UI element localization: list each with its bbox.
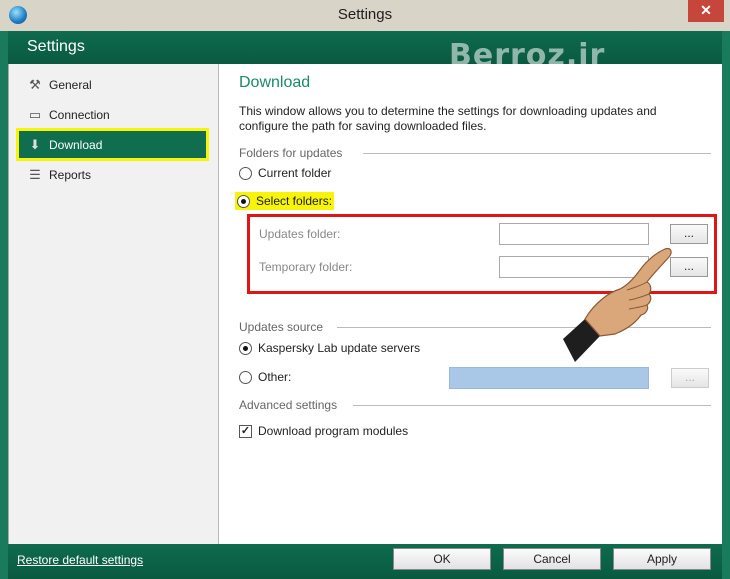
sidebar: ⚒ General ▭ Connection ⬇ Download ☰ Repo… <box>9 64 219 544</box>
pointing-hand-icon <box>563 247 672 362</box>
option-label: Select folders: <box>256 194 333 208</box>
header-title: Settings <box>27 38 85 55</box>
sidebar-item-label: Reports <box>49 167 92 182</box>
download-modules-option[interactable]: ✓ Download program modules <box>239 422 408 440</box>
apply-button[interactable]: Apply <box>613 548 711 570</box>
option-label: Other: <box>258 370 292 384</box>
option-label: Current folder <box>258 166 332 180</box>
section-advanced: Advanced settings <box>239 398 711 412</box>
page-description: This window allows you to determine the … <box>239 104 657 133</box>
option-label: Download program modules <box>258 424 409 438</box>
tools-icon: ⚒ <box>29 76 41 92</box>
monitor-icon: ▭ <box>28 106 42 122</box>
section-label: Folders for updates <box>239 146 343 160</box>
header-bar: Settings <box>8 31 722 64</box>
download-icon: ⬇ <box>29 136 41 152</box>
updates-folder-label: Updates folder: <box>259 227 341 241</box>
radio-button[interactable] <box>237 194 250 208</box>
sidebar-item-general[interactable]: ⚒ General <box>19 71 206 98</box>
page-title: Download <box>239 74 311 91</box>
section-label: Advanced settings <box>239 398 338 412</box>
sidebar-item-label: Download <box>49 137 103 152</box>
close-button[interactable]: ✕ <box>688 0 724 22</box>
sidebar-item-connection[interactable]: ▭ Connection <box>19 101 206 128</box>
other-source-option[interactable]: Other: <box>239 368 291 386</box>
sidebar-item-label: General <box>49 77 92 92</box>
title-bar: Settings ✕ <box>0 0 730 31</box>
report-icon: ☰ <box>29 166 41 182</box>
sidebar-item-reports[interactable]: ☰ Reports <box>19 161 206 188</box>
sidebar-item-label: Connection <box>49 107 110 122</box>
ok-button[interactable]: OK <box>393 548 491 570</box>
radio-button[interactable] <box>239 166 252 180</box>
current-folder-option[interactable]: Current folder <box>239 164 331 182</box>
window-title: Settings <box>337 6 393 23</box>
temporary-folder-label: Temporary folder: <box>259 260 353 274</box>
kaspersky-servers-option[interactable]: Kaspersky Lab update servers <box>239 339 420 357</box>
sidebar-item-download[interactable]: ⬇ Download <box>16 128 209 161</box>
cancel-button[interactable]: Cancel <box>503 548 601 570</box>
option-label: Kaspersky Lab update servers <box>258 341 421 355</box>
settings-window: Settings ✕ Settings Berroz.ir ⚒ General … <box>0 0 730 579</box>
divider <box>353 405 711 406</box>
restore-defaults-link[interactable]: Restore default settings <box>17 553 143 567</box>
section-folders: Folders for updates <box>239 146 711 160</box>
radio-button[interactable] <box>239 341 252 355</box>
divider <box>363 153 711 154</box>
footer-bar: Restore default settings OK Cancel Apply <box>8 544 722 579</box>
select-folders-option[interactable]: Select folders: <box>235 192 335 210</box>
updates-folder-browse-button[interactable]: ... <box>670 224 708 244</box>
section-label: Updates source <box>239 320 324 334</box>
updates-folder-input[interactable] <box>499 223 649 245</box>
checkbox[interactable]: ✓ <box>239 424 252 438</box>
radio-button[interactable] <box>239 370 252 384</box>
